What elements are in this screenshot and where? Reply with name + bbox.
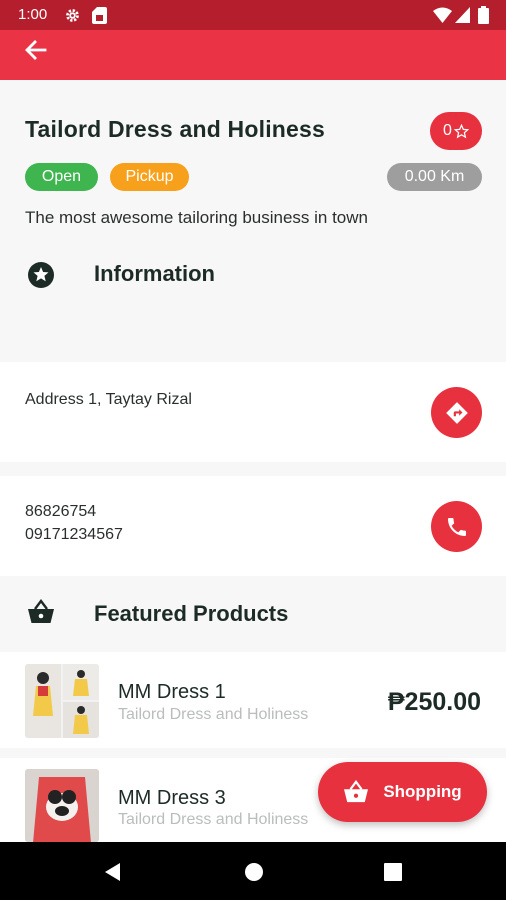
product-name: MM Dress 3 (118, 787, 226, 809)
rating-value: 0 (443, 122, 452, 139)
shopping-button[interactable]: Shopping (318, 762, 487, 822)
information-header: Information (0, 255, 506, 295)
nav-recents-icon[interactable] (384, 863, 402, 881)
signal-icon (455, 7, 470, 23)
shopping-label: Shopping (383, 782, 462, 801)
system-nav-bar (0, 842, 506, 900)
arrow-left-icon[interactable] (20, 34, 52, 66)
pickup-chip: Pickup (110, 163, 189, 191)
sim-card-icon (92, 7, 107, 24)
product-name: MM Dress 1 (118, 681, 226, 703)
product-price: ₱250.00 (387, 688, 481, 716)
phone-2: 09171234567 (25, 526, 123, 543)
status-bar: 1:00 (0, 0, 506, 30)
address-text: Address 1, Taytay Rizal (25, 391, 192, 408)
app-bar (0, 30, 506, 80)
open-status-chip: Open (25, 163, 98, 191)
featured-header: Featured Products (0, 595, 506, 635)
wifi-icon (433, 7, 452, 23)
store-name: Tailord Dress and Holiness (25, 116, 326, 142)
directions-button[interactable] (431, 387, 482, 438)
star-circle-icon (28, 262, 54, 288)
information-heading: Information (94, 261, 215, 286)
phone-icon (447, 517, 466, 536)
store-description: The most awesome tailoring business in t… (25, 208, 368, 227)
distance-chip: 0.00 Km (387, 163, 482, 191)
product-thumbnail-2 (25, 769, 99, 842)
settings-icon (66, 9, 79, 22)
nav-back-icon[interactable] (103, 862, 121, 882)
nav-home-icon[interactable] (244, 862, 264, 882)
directions-icon (445, 401, 468, 424)
basket-icon (28, 599, 54, 623)
product-card-1[interactable]: MM Dress 1 Tailord Dress and Holiness ₱2… (0, 652, 506, 748)
shopping-basket-icon (344, 780, 369, 803)
featured-heading: Featured Products (94, 601, 289, 626)
battery-icon (478, 6, 489, 24)
product-shop: Tailord Dress and Holiness (118, 706, 309, 723)
rating-badge[interactable]: 0 (430, 112, 482, 150)
status-time: 1:00 (18, 6, 48, 23)
call-button[interactable] (431, 501, 482, 552)
product-shop: Tailord Dress and Holiness (118, 811, 309, 828)
product-thumbnail-1 (25, 664, 99, 738)
phone-1: 86826754 (25, 503, 97, 520)
star-outline-icon (453, 123, 469, 138)
